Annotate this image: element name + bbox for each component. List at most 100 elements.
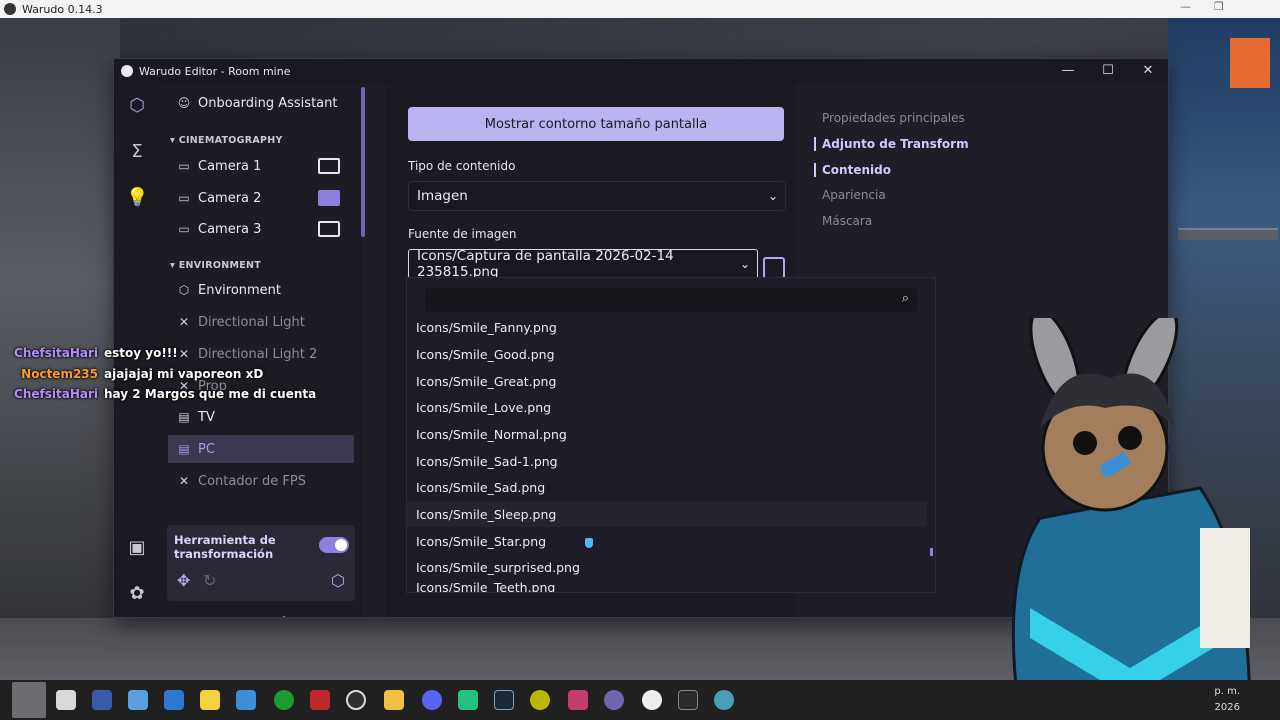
content-type-select[interactable]: Imagen ⌄ <box>408 181 786 211</box>
obs-icon[interactable] <box>346 690 366 710</box>
folder-icon[interactable] <box>384 690 404 710</box>
pc-item[interactable]: ▤ PC <box>168 435 354 463</box>
dropdown-option[interactable]: Icons/Smile_Good.png <box>407 341 927 367</box>
item-label: Contador de FPS <box>198 473 306 489</box>
user-thumbnail-icon[interactable] <box>12 682 46 718</box>
section-environment[interactable]: ▾ ENVIRONMENT <box>170 260 261 271</box>
lightbulb-icon[interactable]: 💡 <box>126 187 148 209</box>
steam-icon[interactable] <box>494 690 514 710</box>
task-view-icon[interactable] <box>56 690 76 710</box>
clock[interactable]: p. m. 2026 <box>1214 684 1240 716</box>
item-label: Camera 2 <box>198 190 262 206</box>
dropdown-option[interactable]: Icons/Smile_Sad-1.png <box>407 448 927 474</box>
directional-light-2-item[interactable]: ✕ Directional Light 2 <box>168 340 354 368</box>
directional-light-item[interactable]: ✕ Directional Light <box>168 308 354 336</box>
image-source-select[interactable]: Icons/Captura de pantalla 2026-02-14 235… <box>408 248 758 280</box>
dropdown-option[interactable]: Icons/Smile_surprised.png <box>407 554 927 580</box>
item-label: Camera 3 <box>198 221 262 237</box>
discord-icon[interactable] <box>422 690 442 710</box>
sticky-notes-icon[interactable] <box>200 690 220 710</box>
dropdown-option[interactable]: Icons/Smile_Great.png <box>407 368 927 394</box>
dropdown-option[interactable]: Icons/Smile_Sad.png <box>407 474 927 500</box>
camera-icon: ▭ <box>178 159 190 173</box>
dropdown-option[interactable]: Icons/Smile_Fanny.png <box>407 316 927 338</box>
minimize-button[interactable]: — <box>1048 59 1088 83</box>
nav-main-properties[interactable]: Propiedades principales <box>822 111 965 125</box>
dropdown-option[interactable]: Icons/Smile_Star.png <box>407 528 927 554</box>
screen-icon: ▤ <box>178 442 190 456</box>
cube-icon: ⬡ <box>178 283 190 297</box>
onboarding-label: Onboarding Assistant <box>198 95 338 111</box>
image-picker-icon[interactable] <box>763 257 785 279</box>
transform-tool-label: Herramienta de transformación <box>174 533 276 561</box>
nav-transform-attachment[interactable]: Adjunto de Transform <box>814 137 969 151</box>
image-source-label: Fuente de imagen <box>408 227 517 241</box>
camera-icon: ▭ <box>178 191 190 205</box>
nav-mask[interactable]: Máscara <box>822 214 872 228</box>
image-source-dropdown: ⌕ Icons/Smile_Fanny.png Icons/Smile_Good… <box>406 277 936 593</box>
transform-tool-toggle[interactable] <box>319 537 349 553</box>
bird-app-icon[interactable] <box>92 690 112 710</box>
camera-preview-icon[interactable] <box>318 158 340 174</box>
close-button[interactable]: ✕ <box>1128 59 1168 83</box>
dropdown-option-hovered[interactable]: Icons/Smile_Sleep.png <box>407 501 927 527</box>
xbox-icon[interactable] <box>274 690 294 710</box>
maximize-button[interactable]: ☐ <box>1088 59 1128 83</box>
voicemeeter-icon[interactable] <box>310 690 330 710</box>
camera-2-item[interactable]: ▭ Camera 2 <box>168 184 354 212</box>
dropdown-option[interactable]: Icons/Smile_Normal.png <box>407 421 927 447</box>
environment-item[interactable]: ⬡ Environment <box>168 276 354 304</box>
osu-icon[interactable] <box>530 690 550 710</box>
fps-counter-item[interactable]: ✕ Contador de FPS <box>168 467 354 495</box>
hierarchy-scrollbar[interactable] <box>361 87 365 237</box>
warudo-icon[interactable] <box>604 690 624 710</box>
camera-icon: ▭ <box>178 222 190 236</box>
select-value: Imagen <box>417 188 468 204</box>
show-screen-outline-button[interactable]: Mostrar contorno tamaño pantalla <box>408 107 784 141</box>
camera-preview-icon[interactable] <box>318 221 340 237</box>
camera-1-item[interactable]: ▭ Camera 1 <box>168 152 354 180</box>
dropdown-option[interactable]: Icons/Smile_Teeth.png <box>407 580 927 592</box>
light-disabled-icon: ✕ <box>178 315 190 329</box>
move-icon[interactable]: ✥ <box>177 571 190 590</box>
warudo-menu-icon[interactable]: ✿ <box>126 583 148 605</box>
warudo-logo-icon <box>4 3 16 15</box>
hierarchy-toolbar[interactable]: + − ⧉ ✎ ⊞ ··· <box>170 613 362 617</box>
section-cinematography[interactable]: ▾ CINEMATOGRAPHY <box>170 135 283 146</box>
store-icon[interactable] <box>164 690 184 710</box>
warudo-active-icon[interactable] <box>642 690 662 710</box>
photos-icon[interactable] <box>128 690 148 710</box>
onboarding-assistant-item[interactable]: ☺ Onboarding Assistant <box>168 89 354 117</box>
cube-tool-icon[interactable]: ⬡ <box>331 571 345 590</box>
outer-restore-button[interactable]: ❐ <box>1214 0 1224 13</box>
camera-active-icon[interactable] <box>318 190 340 206</box>
editor-title-bar: Warudo Editor - Room mine — ☐ ✕ <box>114 59 1168 83</box>
paint-icon[interactable] <box>568 690 588 710</box>
transform-tool-box: Herramienta de transformación ✥ ↻ ⬡ <box>167 525 355 601</box>
nav-content[interactable]: Contenido <box>814 163 891 177</box>
terminal-icon[interactable] <box>678 690 698 710</box>
panel-toggle-icon[interactable]: ◫ <box>340 613 355 617</box>
app-icon[interactable] <box>458 690 478 710</box>
clock-time: p. m. <box>1214 686 1240 697</box>
twitch-icon[interactable]: ▣ <box>126 537 148 559</box>
dropdown-search-input[interactable]: ⌕ <box>425 288 917 312</box>
dropdown-option[interactable]: Icons/Smile_Love.png <box>407 394 927 420</box>
outer-minimize-button[interactable]: — <box>1180 0 1191 13</box>
chevron-down-icon: ⌄ <box>739 257 751 271</box>
tv-item[interactable]: ▤ TV <box>168 403 354 431</box>
item-label: Environment <box>198 282 282 298</box>
taskbar: p. m. 2026 <box>0 680 1280 720</box>
chat-user: Noctem235 <box>21 367 98 381</box>
chat-message: ChefsitaHari estoy yo!!! <box>0 346 178 360</box>
nav-appearance[interactable]: Apariencia <box>822 188 886 202</box>
rotate-icon[interactable]: ↻ <box>203 571 216 590</box>
camera-3-item[interactable]: ▭ Camera 3 <box>168 215 354 243</box>
gallery-icon[interactable] <box>236 690 256 710</box>
blueprint-sigma-icon[interactable]: Σ <box>126 141 148 163</box>
scene-cube-icon[interactable]: ⬡ <box>126 95 148 117</box>
warudo-logo-icon <box>121 65 133 77</box>
warudo-2-icon[interactable] <box>714 690 734 710</box>
chat-user: ChefsitaHari <box>14 387 98 401</box>
dropdown-scrollbar[interactable] <box>930 548 933 556</box>
